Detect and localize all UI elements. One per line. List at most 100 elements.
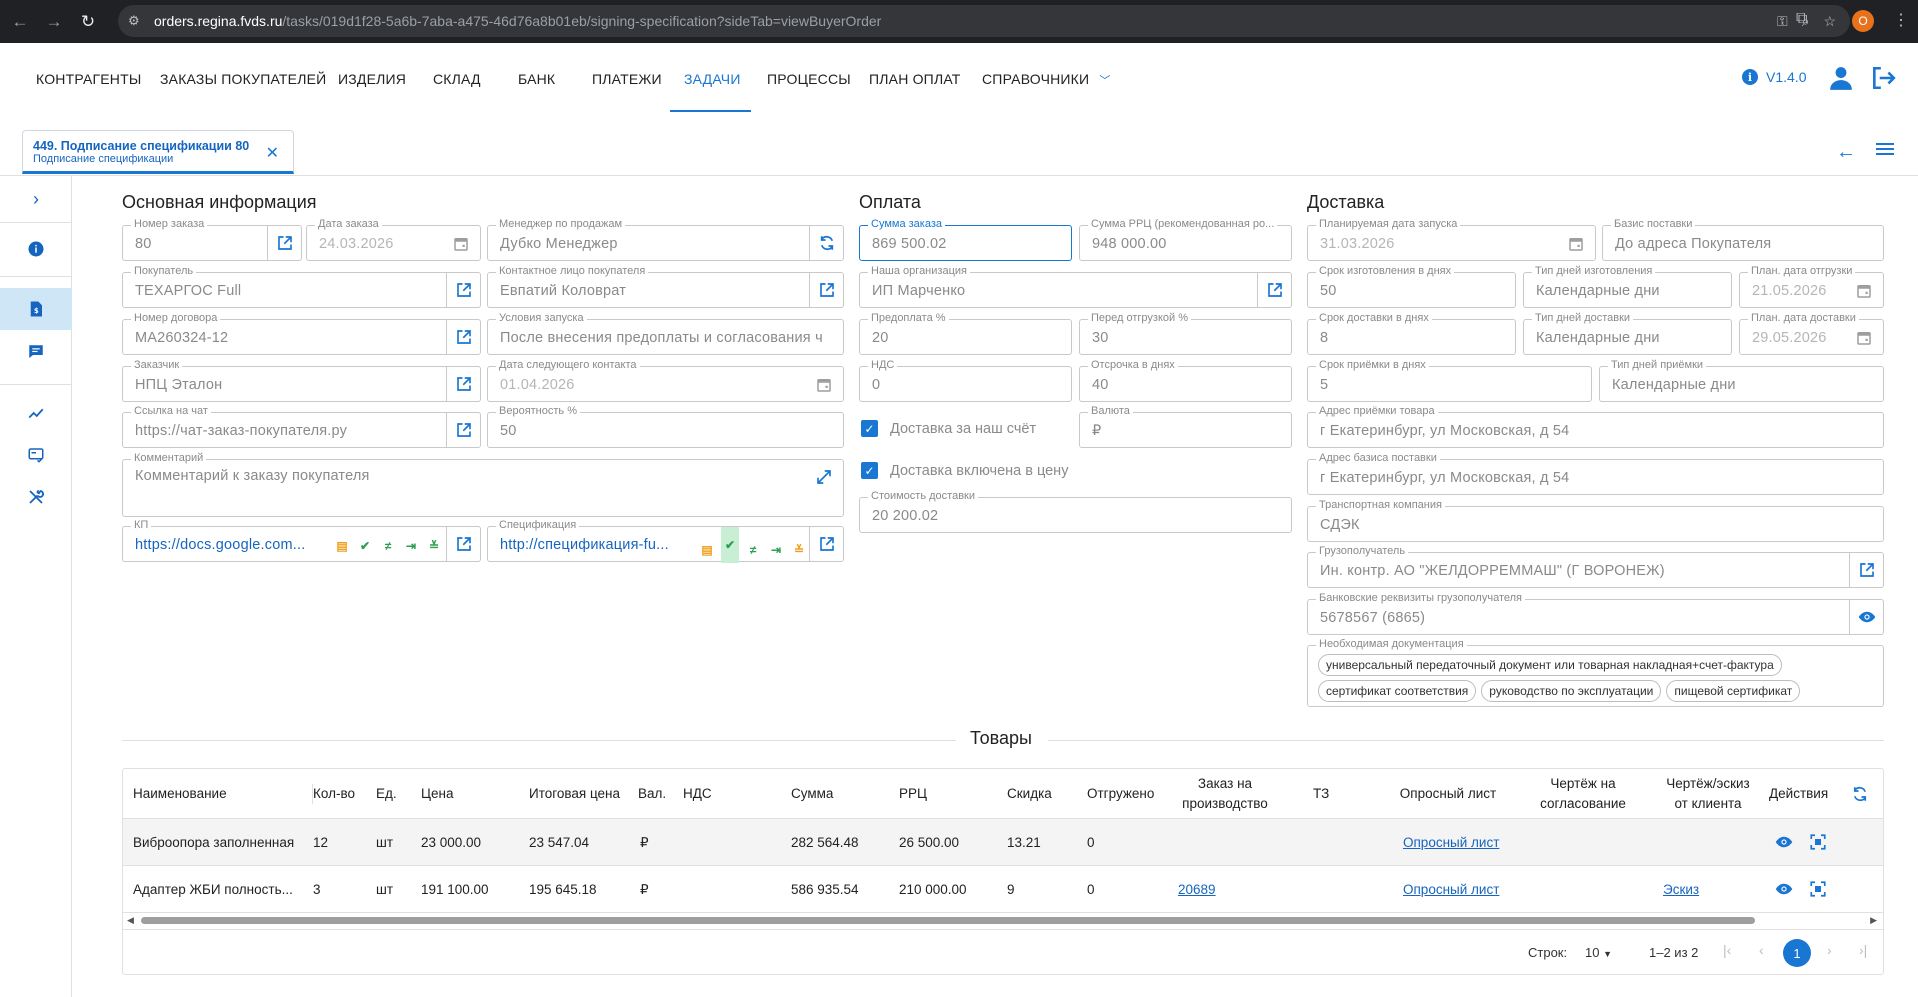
document-tab[interactable]: 449. Подписание спецификации 80 Подписан… <box>22 130 294 174</box>
open-external-icon[interactable] <box>446 273 480 307</box>
buyer-contact-field[interactable]: Контактное лицо покупателя Евпатий Колов… <box>487 265 844 308</box>
analytics-icon[interactable] <box>0 392 72 434</box>
horizontal-scrollbar[interactable]: ◀ ▶ <box>123 914 1883 926</box>
consignee-bank-field[interactable]: Банковские реквизиты грузополучателя 567… <box>1307 592 1884 635</box>
delivery-at-our-cost-checkbox[interactable]: ✓ Доставка за наш счёт <box>861 420 1036 437</box>
address-bar[interactable]: ⚙ orders.regina.fvds.ru/tasks/019d1f28-5… <box>118 5 1850 37</box>
kp-field[interactable]: КП https://docs.google.com... ▤ ✔ ≠ ⇥ ≚ <box>122 519 481 562</box>
open-external-icon[interactable] <box>809 527 843 561</box>
col-name[interactable]: Наименование <box>133 769 313 819</box>
scroll-right-icon[interactable]: ▶ <box>1870 915 1877 926</box>
calendar-icon[interactable] <box>1855 329 1873 347</box>
order-date-field[interactable]: Дата заказа 24.03.2026 <box>306 218 481 261</box>
version-info[interactable]: i V1.4.0 <box>1742 69 1806 85</box>
open-external-icon[interactable] <box>446 527 480 561</box>
close-icon[interactable]: ✕ <box>266 143 279 163</box>
basis-address-field[interactable]: Адрес базиса поставки г Екатеринбург, ул… <box>1307 452 1884 495</box>
table-row[interactable]: Виброопора заполненная 12 шт 23 000.00 2… <box>123 819 1883 866</box>
scan-icon[interactable] <box>1809 880 1827 898</box>
order-sum-field[interactable]: Сумма заказа 869 500.02 <box>859 218 1072 261</box>
comment-field[interactable]: Комментарий Комментарий к заказу покупат… <box>122 452 844 517</box>
col-unit[interactable]: Ед. <box>376 769 406 819</box>
prepayment-field[interactable]: Предоплата % 20 <box>859 312 1072 355</box>
refresh-icon[interactable] <box>1851 769 1871 819</box>
nav-buyer-orders[interactable]: ЗАКАЗЫ ПОКУПАТЕЛЕЙ <box>160 71 326 87</box>
delivery-days-field[interactable]: Срок доставки в днях 8 <box>1307 312 1516 355</box>
acceptance-address-field[interactable]: Адрес приёмки товара г Екатеринбург, ул … <box>1307 405 1884 448</box>
nav-bank[interactable]: БАНК <box>518 71 555 87</box>
contract-number-field[interactable]: Номер договора МА260324-12 <box>122 312 481 355</box>
sign-in-icon[interactable]: ⇥ <box>767 541 785 559</box>
buyer-order-icon[interactable]: $ <box>0 288 72 330</box>
delivery-day-type-field[interactable]: Тип дней доставки Календарные дни <box>1523 312 1732 355</box>
table-row[interactable]: Адаптер ЖБИ полность... 3 шт 191 100.00 … <box>123 866 1883 913</box>
nav-payments[interactable]: ПЛАТЕЖИ <box>592 71 662 87</box>
document-chip[interactable]: пищевой сертификат <box>1666 680 1801 702</box>
calendar-icon[interactable] <box>1567 235 1585 253</box>
acceptance-days-field[interactable]: Срок приёмки в днях 5 <box>1307 359 1592 402</box>
payment-delay-field[interactable]: Отсрочка в днях 40 <box>1079 359 1292 402</box>
chat-link-field[interactable]: Ссылка на чат https://чат-заказ-покупате… <box>122 405 481 448</box>
open-external-icon[interactable] <box>446 367 480 401</box>
manufacturing-day-type-field[interactable]: Тип дней изготовления Календарные дни <box>1523 265 1732 308</box>
production-order-link[interactable]: 20689 <box>1178 882 1216 897</box>
scrollbar-thumb[interactable] <box>141 917 1755 924</box>
probability-field[interactable]: Вероятность % 50 <box>487 405 844 448</box>
col-qty[interactable]: Кол-во <box>313 769 371 819</box>
currency-field[interactable]: Валюта ₽ <box>1079 405 1292 448</box>
checklist-icon[interactable] <box>0 434 72 476</box>
nav-references[interactable]: СПРАВОЧНИКИ ﹀ <box>982 71 1111 88</box>
open-external-icon[interactable] <box>446 413 480 447</box>
person-check-icon[interactable]: ✔ <box>721 527 739 563</box>
col-vat[interactable]: НДС <box>683 769 723 819</box>
rrp-sum-field[interactable]: Сумма РРЦ (рекомендованная ро... 948 000… <box>1079 218 1292 261</box>
buyer-field[interactable]: Покупатель ТЕХАРГОС Full <box>122 265 481 308</box>
browser-menu-icon[interactable]: ⋮ <box>1893 10 1909 30</box>
col-sketch[interactable]: Чертёж/эскиз от клиента <box>1658 769 1758 819</box>
expand-chevron-icon[interactable]: › <box>0 178 72 220</box>
eye-icon[interactable] <box>1775 880 1793 898</box>
prev-page-icon[interactable]: ‹ <box>1759 942 1764 958</box>
col-discount[interactable]: Скидка <box>1007 769 1067 819</box>
cross-check-list-icon[interactable]: ≠ <box>744 541 762 559</box>
eye-icon[interactable] <box>1849 600 1883 634</box>
double-check-list-icon[interactable]: ≚ <box>790 541 808 559</box>
col-final-price[interactable]: Итоговая цена <box>529 769 629 819</box>
open-external-icon[interactable] <box>267 226 301 260</box>
document-chip[interactable]: руководство по эксплуатации <box>1481 680 1662 702</box>
calendar-icon[interactable] <box>815 376 833 394</box>
first-page-icon[interactable]: |‹ <box>1723 942 1731 958</box>
url-text[interactable]: orders.regina.fvds.ru/tasks/019d1f28-5a6… <box>154 13 881 29</box>
site-settings-icon[interactable]: ⚙ <box>128 13 154 29</box>
planned-launch-date-field[interactable]: Планируемая дата запуска 31.03.2026 <box>1307 218 1596 261</box>
col-price[interactable]: Цена <box>421 769 511 819</box>
our-organization-field[interactable]: Наша организация ИП Марченко <box>859 265 1292 308</box>
next-page-icon[interactable]: › <box>1827 942 1832 958</box>
back-arrow-icon[interactable]: ← <box>6 8 34 36</box>
acceptance-day-type-field[interactable]: Тип дней приёмки Календарные дни <box>1599 359 1884 402</box>
col-survey[interactable]: Опросный лист <box>1393 769 1503 819</box>
last-page-icon[interactable]: ›| <box>1859 942 1867 958</box>
double-check-list-icon[interactable]: ≚ <box>425 537 443 555</box>
next-contact-date-field[interactable]: Дата следующего контакта 01.04.2026 <box>487 359 844 402</box>
rows-per-page-select[interactable]: 10 ▼ <box>1585 945 1612 960</box>
planned-shipment-date-field[interactable]: План. дата отгрузки 21.05.2026 <box>1739 265 1884 308</box>
person-check-icon[interactable]: ✔ <box>356 537 374 555</box>
tools-icon[interactable] <box>0 476 72 518</box>
order-number-field[interactable]: Номер заказа 80 <box>122 218 302 261</box>
checkbox-checked-icon[interactable]: ✓ <box>861 420 878 437</box>
extensions-icon[interactable]: ⧉ <box>1796 10 1807 28</box>
open-external-icon[interactable] <box>1849 553 1883 587</box>
open-external-icon[interactable] <box>809 273 843 307</box>
calendar-icon[interactable] <box>1855 282 1873 300</box>
launch-conditions-field[interactable]: Условия запуска После внесения предоплат… <box>487 312 844 355</box>
document-chip[interactable]: сертификат соответствия <box>1318 680 1477 702</box>
calendar-icon[interactable] <box>452 235 470 253</box>
user-icon[interactable] <box>1828 65 1854 91</box>
sketch-link[interactable]: Эскиз <box>1663 882 1699 897</box>
col-shipped[interactable]: Отгружено <box>1087 769 1167 819</box>
document-icon[interactable]: ▤ <box>698 541 716 559</box>
required-documents-field[interactable]: Необходимая документация универсальный п… <box>1307 638 1884 707</box>
sales-manager-field[interactable]: Менеджер по продажам Дубко Менеджер <box>487 218 844 261</box>
checkbox-checked-icon[interactable]: ✓ <box>861 462 878 479</box>
